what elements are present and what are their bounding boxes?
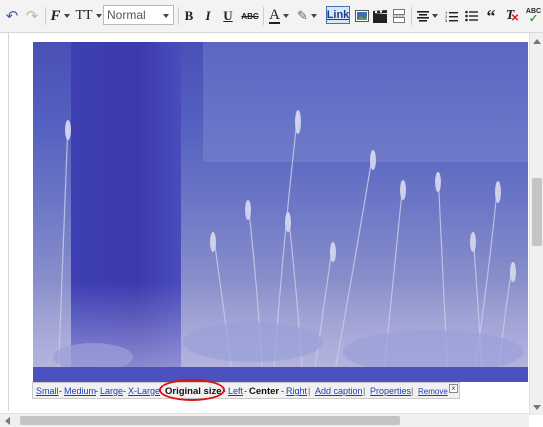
vertical-scroll-thumb[interactable]	[532, 178, 542, 246]
bulleted-list-icon[interactable]	[463, 5, 479, 27]
separator-dash: -	[59, 386, 62, 396]
highlight-color-button[interactable]: ✎	[295, 5, 319, 27]
image-grass-stalks	[53, 110, 523, 382]
scroll-left-icon[interactable]	[5, 417, 10, 425]
size-large-link[interactable]: Large	[100, 386, 123, 396]
annotation-highlight-oval	[159, 379, 225, 401]
svg-text:3: 3	[445, 18, 448, 22]
toolbar-separator	[45, 7, 46, 25]
separator-dash: -	[244, 386, 247, 396]
close-options-icon[interactable]: ×	[449, 384, 458, 393]
jump-break-icon[interactable]	[391, 5, 407, 27]
insert-video-icon[interactable]	[372, 5, 388, 27]
properties-link[interactable]: Properties	[370, 386, 411, 396]
undo-icon[interactable]: ↶	[4, 5, 20, 27]
remove-formatting-icon[interactable]: T ✕	[502, 5, 519, 27]
text-color-button[interactable]: A	[267, 5, 291, 27]
align-center-link[interactable]: Center	[249, 386, 279, 397]
size-medium-link[interactable]: Medium	[64, 386, 96, 396]
separator-dash: -	[95, 386, 98, 396]
format-select[interactable]: Normal	[103, 5, 174, 25]
horizontal-scrollbar[interactable]	[0, 413, 529, 427]
add-caption-link[interactable]: Add caption	[315, 386, 363, 396]
quote-icon[interactable]: “	[483, 5, 499, 27]
remove-image-link[interactable]: Remove	[418, 387, 448, 396]
separator-pipe: |	[308, 386, 311, 396]
toolbar-separator	[178, 7, 179, 25]
font-size-button[interactable]: TT	[75, 5, 102, 27]
italic-button[interactable]: I	[200, 5, 216, 27]
separator-dash: -	[123, 386, 126, 396]
insert-image-icon[interactable]	[354, 5, 370, 27]
strikethrough-button[interactable]: ABC	[240, 5, 260, 27]
align-icon[interactable]	[415, 5, 439, 27]
bold-button[interactable]: B	[181, 5, 197, 27]
toolbar-separator	[411, 7, 412, 25]
scroll-up-icon[interactable]	[533, 39, 541, 44]
font-family-button[interactable]: F	[49, 5, 71, 27]
toolbar-separator	[263, 7, 264, 25]
separator-pipe: |	[411, 386, 414, 396]
spellcheck-icon[interactable]: ABC ✓	[524, 5, 543, 27]
image-bottom-band	[33, 367, 528, 382]
vertical-scrollbar[interactable]	[529, 33, 543, 415]
align-right-link[interactable]: Right	[286, 386, 307, 396]
redo-icon[interactable]: ↷	[24, 5, 40, 27]
embedded-image[interactable]	[33, 42, 528, 382]
numbered-list-icon[interactable]: 123	[443, 5, 459, 27]
size-small-link[interactable]: Small	[36, 386, 59, 396]
size-xlarge-link[interactable]: X-Large	[128, 386, 160, 396]
separator-pipe: |	[363, 386, 366, 396]
scroll-down-icon[interactable]	[533, 405, 541, 410]
link-button[interactable]: Link	[326, 6, 350, 24]
horizontal-scroll-thumb[interactable]	[20, 416, 400, 425]
align-left-link[interactable]: Left	[228, 386, 243, 396]
underline-button[interactable]: U	[220, 5, 236, 27]
editor-toolbar: ↶ ↷ F TT Normal B I U ABC A ✎ Link 123 “…	[0, 0, 543, 33]
separator-dash: -	[281, 386, 284, 396]
image-options-bar: Small - Medium - Large - X-Large Origina…	[32, 382, 460, 399]
